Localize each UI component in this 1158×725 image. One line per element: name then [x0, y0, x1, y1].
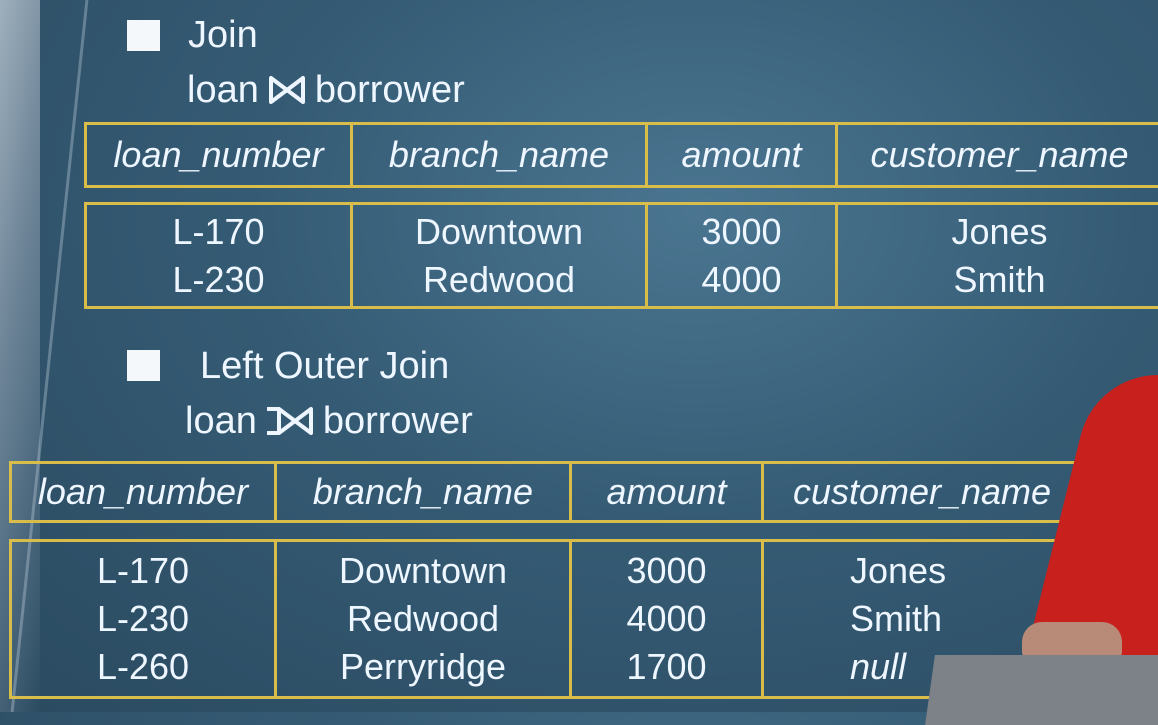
bullet-icon	[127, 20, 160, 51]
section-title-join: Join	[188, 14, 258, 56]
left-outer-join-table-body: L-170 L-230 L-260 Downtown Redwood Perryridg…	[9, 539, 1083, 699]
column-loan-number: L-170 L-230 L-260	[12, 542, 277, 696]
table-cell: 3000	[626, 550, 707, 591]
relation-left: loan	[185, 400, 257, 442]
table-cell: 1700	[626, 646, 707, 687]
column-header: amount	[572, 464, 764, 520]
left-outer-join-expression: loan borrower	[185, 399, 473, 443]
table-cell: Redwood	[346, 598, 500, 639]
column-header: branch_name	[353, 125, 648, 185]
left-outer-join-icon	[266, 407, 313, 435]
presenter-hand	[1022, 622, 1122, 658]
null-cell: null	[850, 646, 907, 687]
column-header: customer_name	[870, 134, 1129, 175]
natural-join-icon	[268, 76, 305, 104]
left-outer-join-table-header: loan_number branch_name amount customer_…	[9, 461, 1083, 523]
table-cell: 4000	[701, 258, 782, 300]
table-cell: 4000	[626, 598, 707, 639]
table-cell: Perryridge	[339, 646, 507, 687]
table-cell: L-230	[96, 598, 190, 639]
section-title-left-outer-join: Left Outer Join	[200, 345, 450, 387]
bullet-icon	[127, 350, 160, 381]
podium	[925, 655, 1158, 725]
join-table-header: loan_number branch_name amount customer_…	[84, 122, 1158, 188]
table-cell: Smith	[953, 258, 1046, 300]
join-expression: loan borrower	[187, 68, 465, 112]
column-customer-name: Jones Smith	[838, 205, 1158, 306]
relation-right: borrower	[314, 69, 465, 111]
table-cell: Smith	[850, 598, 943, 639]
column-loan-number: L-170 L-230	[87, 205, 353, 306]
table-cell: Downtown	[414, 210, 584, 252]
column-branch-name: Downtown Redwood Perryridge	[277, 542, 572, 696]
table-cell: L-170	[172, 210, 265, 252]
table-cell: L-230	[172, 258, 265, 300]
join-table-body: L-170 L-230 Downtown Redwood 3000 4000 Jone…	[84, 202, 1158, 309]
column-header: customer_name	[792, 471, 1052, 512]
table-cell: L-260	[96, 646, 190, 687]
table-cell: Redwood	[422, 258, 576, 300]
table-cell: L-170	[96, 550, 190, 591]
column-header: branch_name	[277, 464, 572, 520]
column-header: loan_number	[12, 464, 277, 520]
table-cell: 3000	[701, 210, 782, 252]
column-header: amount	[648, 125, 838, 185]
table-cell: Jones	[850, 550, 947, 591]
table-cell: Jones	[951, 210, 1048, 252]
table-cell: Downtown	[338, 550, 508, 591]
column-header: loan_number	[87, 125, 353, 185]
relation-left: loan	[187, 69, 259, 111]
column-amount: 3000 4000 1700	[572, 542, 764, 696]
column-branch-name: Downtown Redwood	[353, 205, 648, 306]
relation-right: borrower	[322, 400, 473, 442]
column-amount: 3000 4000	[648, 205, 838, 306]
